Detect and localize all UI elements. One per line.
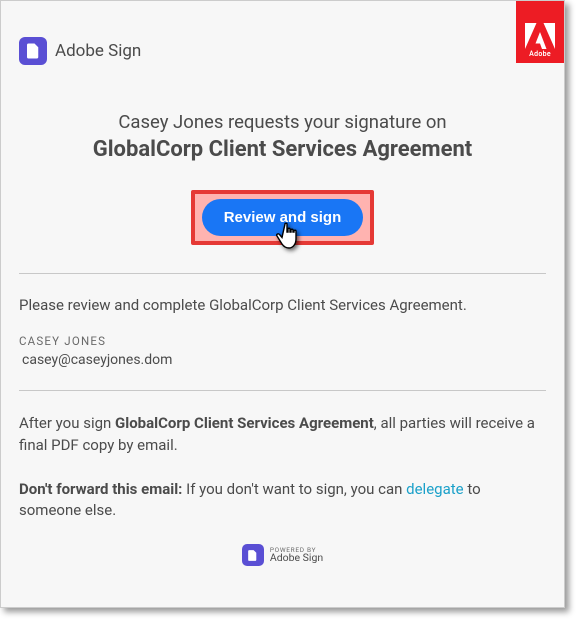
cta-highlight: Review and sign xyxy=(191,190,375,245)
sender-name: CASEY JONES xyxy=(19,334,546,348)
after-sign-note: After you sign GlobalCorp Client Service… xyxy=(19,413,546,457)
adobe-sign-icon xyxy=(19,37,47,65)
instruction-text: Please review and complete GlobalCorp Cl… xyxy=(19,296,546,314)
delegate-link[interactable]: delegate xyxy=(406,480,463,498)
cta-area: Review and sign xyxy=(1,190,564,245)
adobe-badge: Adobe xyxy=(516,1,564,63)
after-sign-prefix: After you sign xyxy=(19,414,115,432)
powered-by: POWERED BY Adobe Sign xyxy=(1,544,564,580)
forward-bold: Don't forward this email: xyxy=(19,480,182,498)
body-section: Please review and complete GlobalCorp Cl… xyxy=(1,274,564,390)
after-sign-doc: GlobalCorp Client Services Agreement xyxy=(115,414,374,432)
request-line: Casey Jones requests your signature on xyxy=(21,111,544,133)
adobe-sign-icon xyxy=(242,544,264,566)
footer-section: After you sign GlobalCorp Client Service… xyxy=(1,391,564,544)
forward-warning: Don't forward this email: If you don't w… xyxy=(19,479,546,523)
email-card: Adobe Sign Adobe Casey Jones requests yo… xyxy=(0,0,565,608)
cursor-pointer-icon xyxy=(276,222,304,258)
title-block: Casey Jones requests your signature on G… xyxy=(1,63,564,162)
brand-logo: Adobe Sign xyxy=(19,37,141,65)
adobe-badge-text: Adobe xyxy=(529,50,551,58)
adobe-a-icon xyxy=(525,23,555,49)
forward-text1: If you don't want to sign, you can xyxy=(182,480,406,498)
brand-name: Adobe Sign xyxy=(55,41,141,61)
document-title: GlobalCorp Client Services Agreement xyxy=(21,137,544,162)
header: Adobe Sign Adobe xyxy=(1,1,564,63)
powered-text: POWERED BY Adobe Sign xyxy=(270,547,323,564)
sender-email: casey@caseyjones.dom xyxy=(19,352,546,368)
powered-brand: Adobe Sign xyxy=(270,553,323,564)
